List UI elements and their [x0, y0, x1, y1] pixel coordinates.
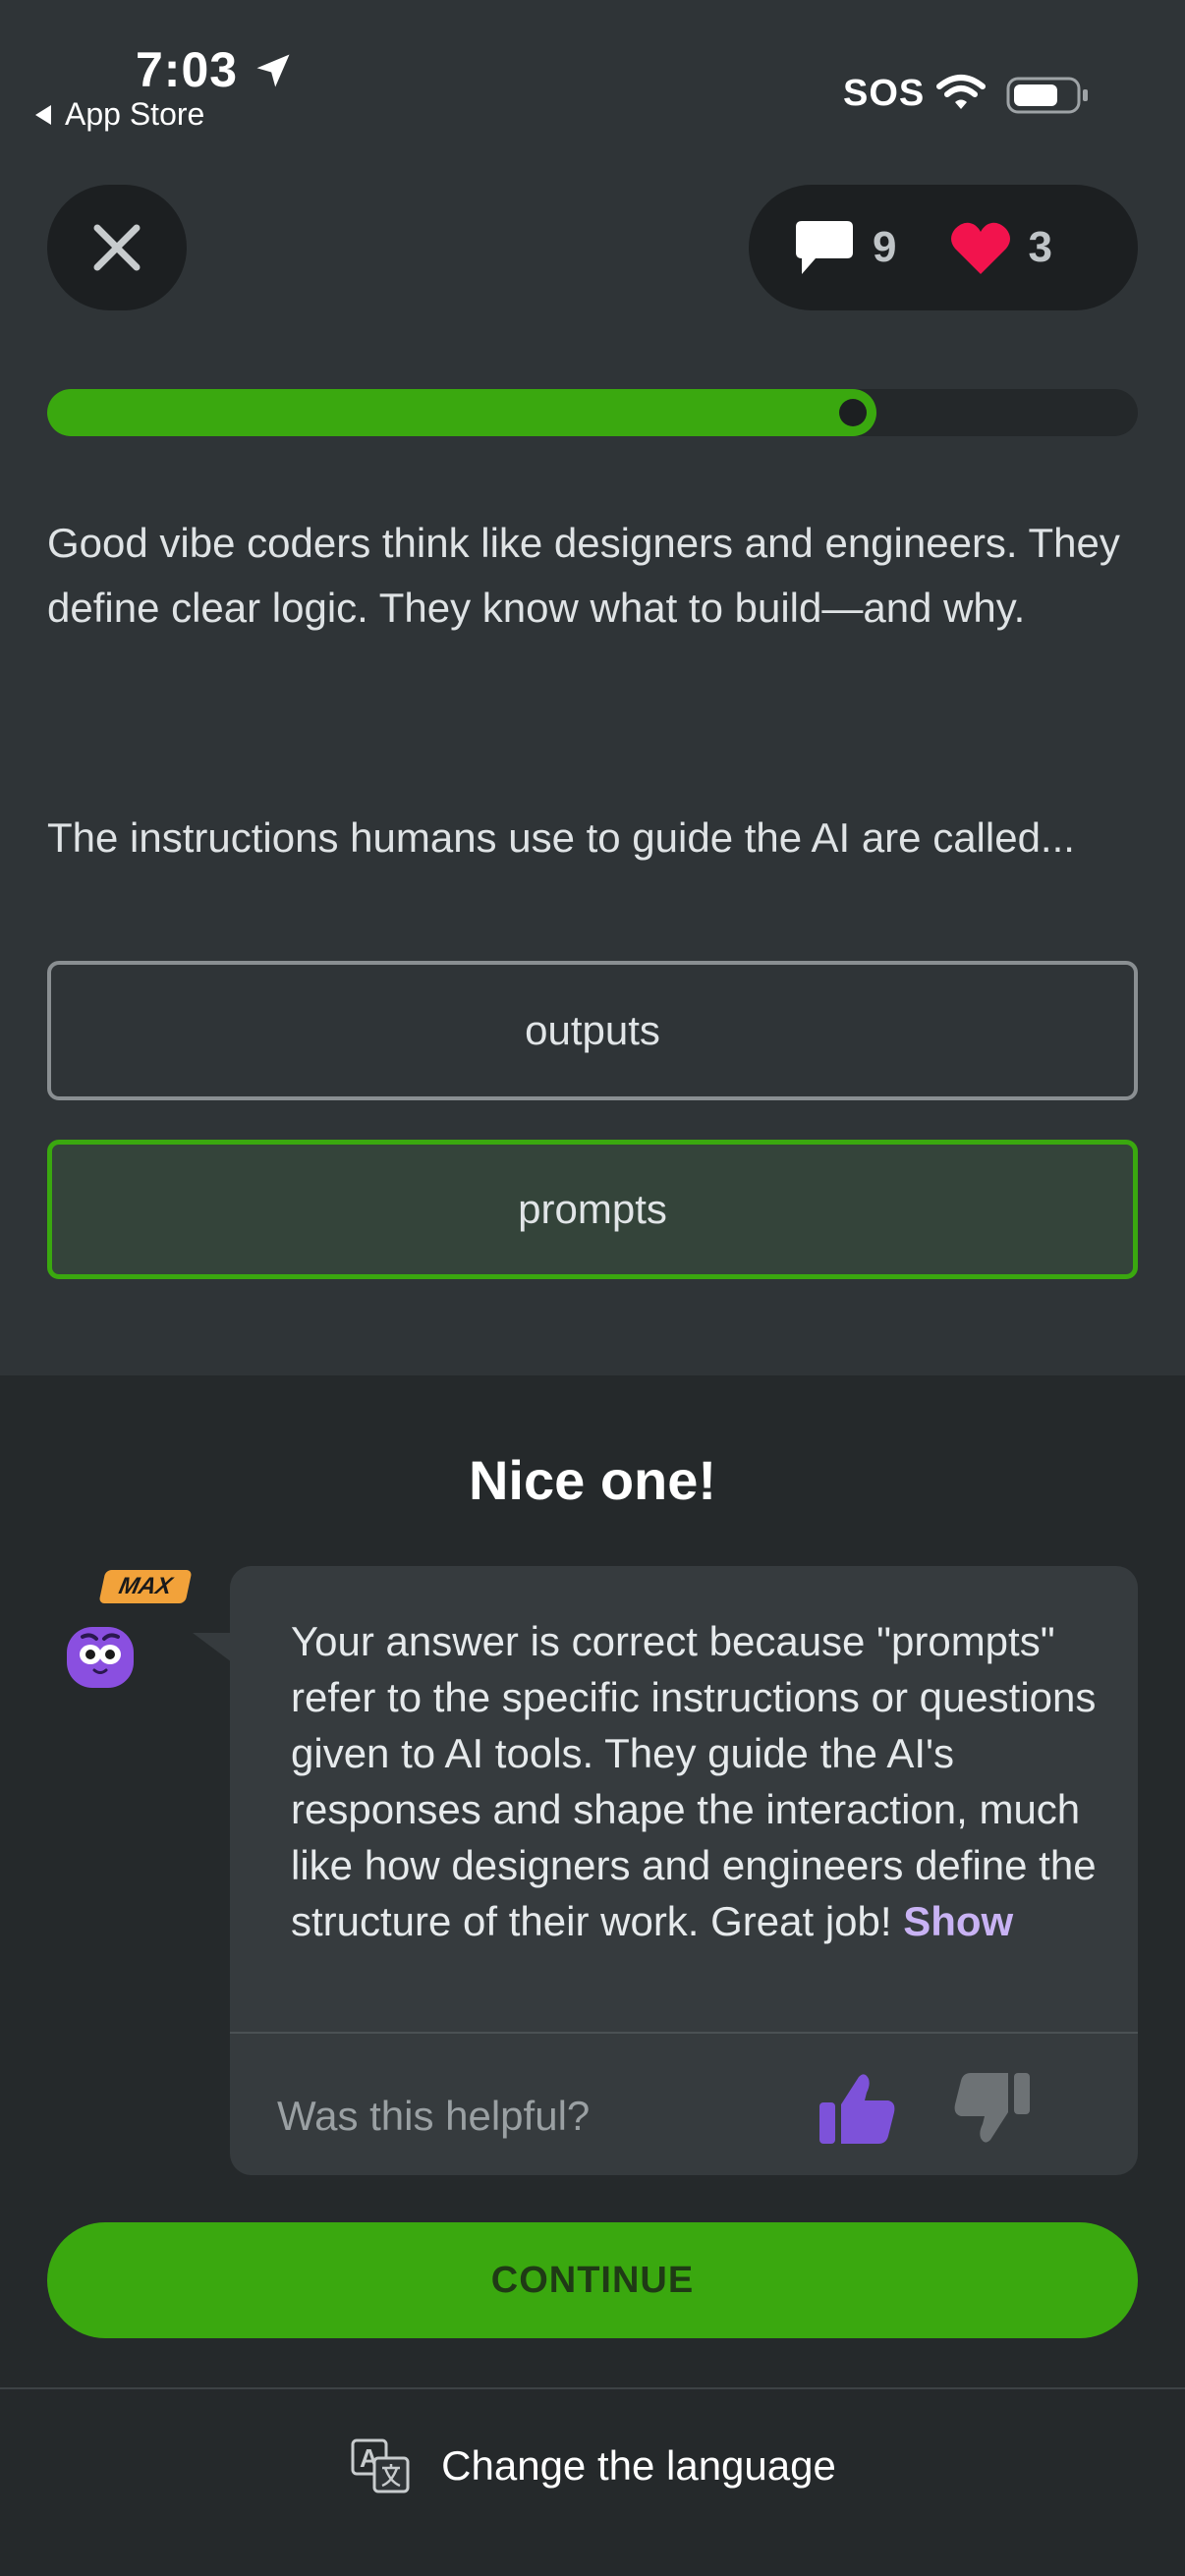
lesson-text: Good vibe coders think like designers an…	[47, 520, 1120, 631]
progress-fill	[47, 389, 876, 436]
messages-count: 9	[873, 223, 897, 271]
battery-icon	[1006, 77, 1088, 114]
bottom-divider	[0, 2387, 1185, 2389]
thumbs-down-icon[interactable]	[951, 2067, 1034, 2150]
back-triangle-icon	[35, 104, 51, 125]
thumbs-up-icon[interactable]	[816, 2067, 898, 2150]
bubble-divider	[230, 2032, 1138, 2034]
back-app-label: App Store	[65, 96, 205, 132]
change-language-button[interactable]: A Change the language	[0, 2415, 1185, 2517]
lesson-progress-bar	[47, 389, 1138, 436]
max-badge: MAX	[98, 1570, 193, 1603]
feedback-panel: Nice one! MAX Your answer is correct bec…	[0, 1375, 1185, 2576]
close-icon	[93, 224, 141, 271]
back-to-app-store[interactable]: App Store	[35, 96, 204, 133]
explanation-text: Your answer is correct because "prompts"…	[291, 1613, 1097, 2014]
close-button[interactable]	[47, 185, 187, 310]
answer-option-outputs[interactable]: outputs	[47, 961, 1138, 1100]
lesson-screen: 7:03 App Store SOS 9 3 Good vibe coders …	[0, 0, 1185, 2576]
hearts-count: 3	[1028, 223, 1052, 271]
hearts-stat[interactable]: 3	[949, 219, 1052, 276]
show-more-link[interactable]: Show	[903, 1898, 1013, 1944]
helpful-prompt: Was this helpful?	[277, 2093, 591, 2139]
wifi-icon	[936, 75, 986, 109]
location-arrow-icon	[256, 54, 290, 87]
messages-stat[interactable]: 9	[792, 217, 896, 278]
status-time: 7:03	[136, 42, 239, 97]
progress-knob	[839, 399, 867, 426]
bubble-tail	[193, 1633, 232, 1662]
change-language-label: Change the language	[441, 2442, 836, 2489]
speech-bubble-icon	[796, 221, 853, 274]
mascot-avatar-icon	[67, 1627, 134, 1688]
answer-option-prompts[interactable]: prompts	[47, 1140, 1138, 1279]
continue-button[interactable]: CONTINUE	[47, 2222, 1138, 2338]
translate-icon: A	[351, 2438, 410, 2493]
explanation-body: Your answer is correct because "prompts"…	[291, 1618, 1097, 1944]
feedback-title: Nice one!	[468, 1449, 717, 1511]
explanation-bubble: Your answer is correct because "prompts"…	[230, 1566, 1138, 2175]
carrier-status: SOS	[843, 73, 926, 114]
stats-pill[interactable]: 9 3	[749, 185, 1138, 310]
heart-icon	[951, 222, 1011, 274]
question-text: The instructions humans use to guide the…	[47, 814, 1075, 861]
